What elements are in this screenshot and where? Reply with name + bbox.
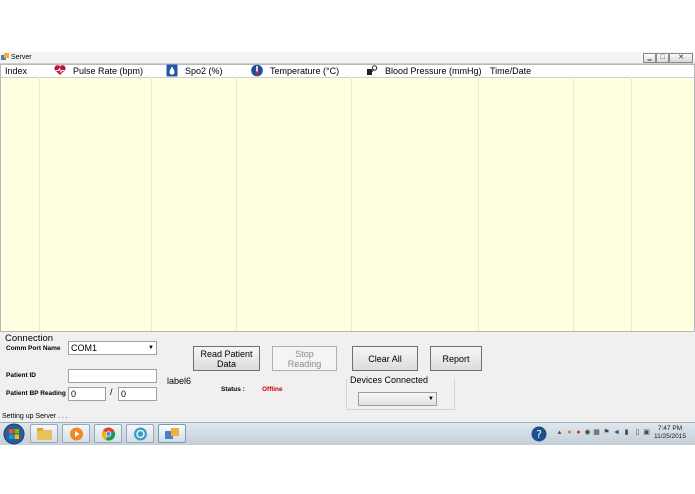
taskbar-chrome[interactable] <box>94 424 122 443</box>
devices-combo[interactable]: ▼ <box>358 392 437 406</box>
column-divider <box>478 77 479 331</box>
clock-date: 11/25/2015 <box>653 433 687 440</box>
column-header-index[interactable]: Index <box>5 65 27 77</box>
comm-port-label: Comm Port Name <box>6 345 61 352</box>
clear-all-button[interactable]: Clear All <box>352 346 418 371</box>
taskbar: ? ▴ ● ● ◉ ▦ ⚑ ◄ ▮ ▯ ▣ 7:47 PM 11/25/2015 <box>0 422 695 445</box>
svg-text:?: ? <box>536 428 542 441</box>
status-label: Status : <box>221 386 245 393</box>
taskbar-server-app[interactable] <box>158 424 186 443</box>
power-icon[interactable]: ▣ <box>643 429 650 437</box>
battery-icon[interactable]: ▯ <box>634 429 641 437</box>
help-icon[interactable]: ? <box>531 426 547 442</box>
read-patient-data-button[interactable]: Read Patient Data <box>193 346 260 371</box>
spo2-icon <box>166 64 178 77</box>
grid-header: Index Pulse Rate (bpm) Spo2 (%) Temperat… <box>1 64 694 78</box>
media-player-icon <box>70 427 83 441</box>
bp-systolic-input[interactable]: 0 <box>68 387 106 401</box>
report-button[interactable]: Report <box>430 346 482 371</box>
column-header-spo2[interactable]: Spo2 (%) <box>185 65 223 77</box>
bp-separator: / <box>110 387 113 397</box>
tray-app-icon[interactable]: ◉ <box>584 429 591 437</box>
column-header-pulse-rate[interactable]: Pulse Rate (bpm) <box>73 65 143 77</box>
comm-port-value: COM1 <box>71 343 98 353</box>
tray-app-icon[interactable]: ▦ <box>593 429 600 437</box>
column-divider <box>151 77 152 331</box>
column-divider <box>236 77 237 331</box>
app-icon <box>165 428 179 439</box>
taskbar-app-blue[interactable] <box>126 424 154 443</box>
readings-grid[interactable]: Index Pulse Rate (bpm) Spo2 (%) Temperat… <box>0 64 695 332</box>
bp-diastolic-input[interactable]: 0 <box>118 387 157 401</box>
taskbar-media-player[interactable] <box>62 424 90 443</box>
server-window: Server ‗ □ ✕ Index Pulse Rate (bpm) Spo2… <box>0 52 695 422</box>
chrome-icon <box>101 427 116 441</box>
maximize-button[interactable]: □ <box>656 53 669 63</box>
status-bar-text: Setting up Server . . . <box>2 413 68 420</box>
column-divider <box>631 77 632 331</box>
chevron-down-icon: ▼ <box>148 345 154 351</box>
status-bar: Setting up Server . . . <box>0 412 695 422</box>
network-icon[interactable]: ▮ <box>623 429 630 437</box>
clock-time: 7:47 PM <box>657 425 683 432</box>
label6: label6 <box>167 376 192 386</box>
action-center-icon[interactable]: ⚑ <box>603 429 610 437</box>
volume-icon[interactable]: ◄ <box>613 429 620 437</box>
comm-port-combo[interactable]: COM1 ▼ <box>68 341 157 355</box>
patient-id-label: Patient ID <box>6 372 36 379</box>
thermometer-icon <box>251 64 263 77</box>
title-bar[interactable]: Server ‗ □ ✕ <box>0 52 695 64</box>
taskbar-explorer[interactable] <box>30 424 58 443</box>
heart-icon <box>54 65 66 75</box>
patient-bp-label: Patient BP Reading <box>6 390 66 397</box>
blood-pressure-icon <box>367 65 378 75</box>
column-divider <box>351 77 352 331</box>
start-button[interactable] <box>2 423 26 445</box>
window-title: Server <box>11 54 32 61</box>
close-button[interactable]: ✕ <box>669 53 693 63</box>
stop-reading-button[interactable]: Stop Reading <box>272 346 337 371</box>
tray-app-icon[interactable]: ● <box>575 429 582 437</box>
minimize-button[interactable]: ‗ <box>643 53 656 63</box>
status-value: Offline <box>262 386 283 393</box>
show-hidden-icons-icon[interactable]: ▴ <box>556 429 563 437</box>
patient-id-input[interactable] <box>68 369 157 383</box>
connection-group-title: Connection <box>5 333 54 344</box>
column-divider <box>573 77 574 331</box>
folder-icon <box>37 428 52 440</box>
circle-app-icon <box>134 427 147 441</box>
taskbar-clock[interactable]: 7:47 PM 11/25/2015 <box>650 425 690 443</box>
tray-app-icon[interactable]: ● <box>566 429 573 437</box>
chevron-down-icon: ▼ <box>428 396 434 402</box>
column-header-blood-pressure[interactable]: Blood Pressure (mmHg) <box>385 65 482 77</box>
column-divider <box>39 77 40 331</box>
column-header-time-date[interactable]: Time/Date <box>490 65 531 77</box>
column-header-temperature[interactable]: Temperature (°C) <box>270 65 339 77</box>
app-icon <box>1 53 9 60</box>
